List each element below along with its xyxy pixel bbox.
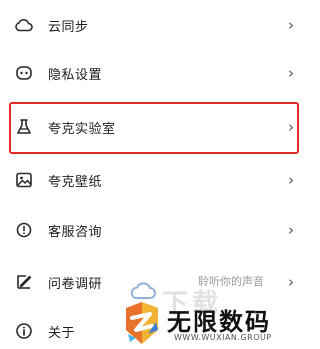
- headset-icon: [14, 220, 34, 240]
- watermark-cloud-icon: [130, 282, 156, 299]
- privacy-icon: [14, 63, 34, 83]
- highlight-box: [9, 102, 299, 154]
- image-icon: [14, 170, 34, 190]
- menu-item-label: 关于: [48, 325, 76, 341]
- menu-item-label: 隐私设置: [48, 67, 103, 83]
- menu-item-label: 客服咨询: [48, 224, 103, 240]
- chevron-right-icon: ›: [288, 63, 294, 82]
- chevron-right-icon: ›: [288, 220, 294, 239]
- menu-item-cloud-sync[interactable]: 云同步 ›: [0, 5, 308, 45]
- chevron-right-icon: ›: [288, 272, 294, 291]
- menu-item-label: 夸克壁纸: [48, 174, 103, 190]
- menu-item-privacy[interactable]: 隐私设置 ›: [0, 53, 308, 93]
- cloud-icon: [14, 15, 34, 35]
- menu-item-quark-wallpaper[interactable]: 夸克壁纸 ›: [0, 160, 308, 200]
- menu-item-label: 云同步: [48, 19, 89, 35]
- settings-menu: 云同步 › 隐私设置 › 夸克实验室 › 夸克壁纸 › 客服咨询 › 问卷调研 …: [0, 0, 308, 349]
- survey-icon: [14, 272, 34, 292]
- watermark-logo: [126, 302, 158, 344]
- info-icon: [14, 321, 34, 341]
- watermark-url: WWW.WUXIAN.GROUP: [174, 333, 272, 342]
- chevron-right-icon: ›: [288, 170, 294, 189]
- menu-item-customer-service[interactable]: 客服咨询 ›: [0, 210, 308, 250]
- chevron-right-icon: ›: [288, 15, 294, 34]
- menu-item-label: 问卷调研: [48, 276, 103, 292]
- watermark-title: 无限数码: [167, 308, 271, 336]
